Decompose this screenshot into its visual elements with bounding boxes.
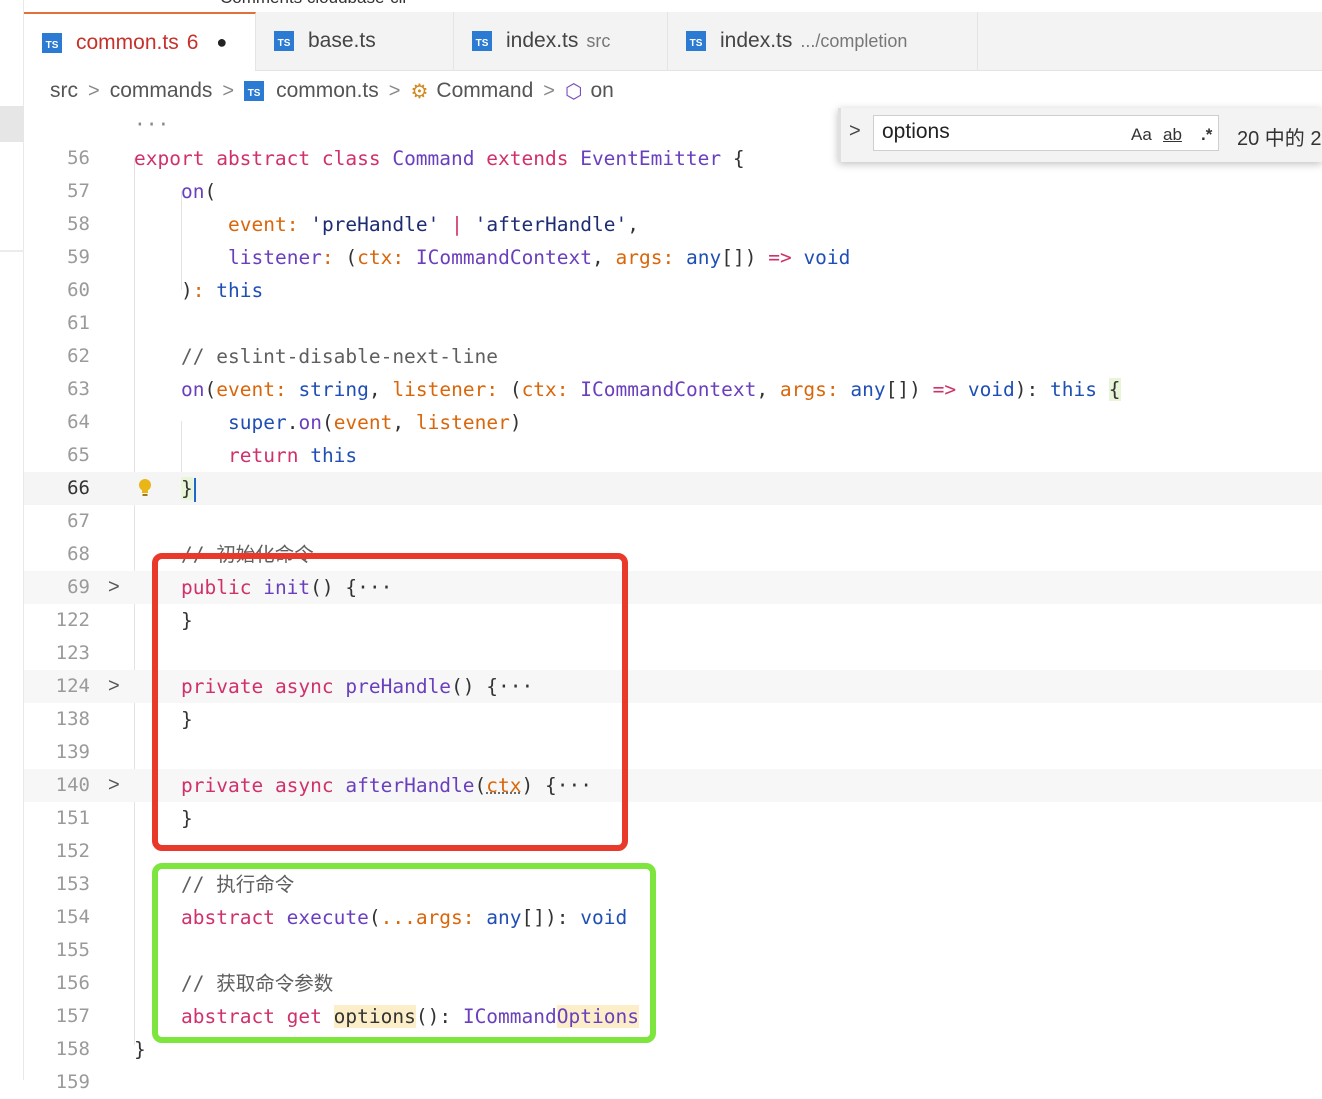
tab-label: index.ts: [506, 29, 579, 52]
line-number: 64: [67, 411, 90, 433]
class-icon: ⚙: [410, 80, 429, 103]
line-number: 157: [55, 1005, 90, 1027]
activity-strip: [0, 0, 24, 1080]
line-number: 68: [67, 543, 90, 565]
match-case-toggle[interactable]: Aa: [1131, 125, 1152, 145]
bracket-match-highlight: }: [181, 477, 193, 500]
chevron-right-icon: >: [543, 79, 555, 102]
line-number: 59: [67, 246, 90, 268]
chevron-right-icon: >: [388, 79, 401, 102]
line-number: 159: [55, 1071, 90, 1093]
code-line: 61: [24, 307, 1322, 340]
line-number: 63: [67, 378, 90, 400]
code-line: 159: [24, 1066, 1322, 1099]
ts-file-icon: TS: [244, 81, 265, 101]
line-number: 153: [55, 873, 90, 895]
tab-description: src: [586, 30, 611, 51]
line-number: 158: [55, 1038, 90, 1060]
line-number: 154: [55, 906, 90, 928]
toggle-replace-chevron-icon[interactable]: >: [849, 120, 861, 143]
code-line: 67: [24, 505, 1322, 538]
breadcrumb-item-src[interactable]: src: [50, 79, 78, 103]
line-number: 61: [67, 312, 90, 334]
problem-count-badge: 6: [186, 30, 199, 54]
chevron-right-icon[interactable]: >: [108, 571, 120, 604]
line-number: 123: [55, 642, 90, 664]
method-cube-icon: ⬡: [564, 80, 583, 103]
folded-region-ellipsis: ···: [134, 113, 170, 136]
line-number: 152: [55, 840, 90, 862]
tab-label: index.ts: [720, 29, 793, 52]
tab-index-ts-src[interactable]: TS index.ts src: [454, 12, 668, 70]
ts-file-icon: TS: [472, 31, 492, 51]
text-cursor: [193, 477, 196, 502]
lightbulb-icon[interactable]: [138, 478, 152, 498]
breadcrumb: src > commands > TS common.ts > ⚙ Comman…: [50, 76, 614, 106]
code-line: 57 on(: [24, 175, 1322, 208]
ts-file-icon: TS: [42, 32, 62, 53]
breadcrumb-item-method[interactable]: on: [590, 79, 613, 103]
unsaved-dot-icon[interactable]: ●: [216, 32, 227, 53]
strip-highlight: [0, 106, 24, 142]
line-number: 60: [67, 279, 90, 301]
code-line: 59 listener: (ctx: ICommandContext, args…: [24, 241, 1322, 274]
line-number: 156: [55, 972, 90, 994]
code-line: 60 ): this: [24, 274, 1322, 307]
tab-description: .../completion: [800, 30, 908, 51]
window-title-cut: Comments cloudbase-cli: [220, 0, 406, 8]
code-line: 65 return this: [24, 439, 1322, 472]
tab-base-ts[interactable]: TS base.ts: [256, 12, 454, 70]
ts-file-icon: TS: [686, 31, 706, 51]
breadcrumb-item-class[interactable]: Command: [436, 79, 533, 103]
line-number: 69: [67, 576, 90, 598]
tab-label: base.ts: [308, 29, 376, 52]
bracket-match-highlight: {: [1108, 378, 1121, 401]
red-annotation-box: [152, 553, 628, 851]
chevron-right-icon[interactable]: >: [108, 769, 120, 802]
line-number: 56: [67, 147, 90, 169]
green-annotation-box: [152, 863, 656, 1043]
code-line: 58 event: 'preHandle' | 'afterHandle',: [24, 208, 1322, 241]
tab-label: common.ts: [76, 30, 179, 54]
line-number: 124: [55, 675, 90, 697]
editor-tab-bar: TS common.ts 6 ● TS base.ts TS index.ts …: [24, 12, 1322, 71]
line-number: 139: [55, 741, 90, 763]
line-number: 122: [55, 609, 90, 631]
regex-toggle[interactable]: .*: [1201, 125, 1212, 145]
line-number: 155: [55, 939, 90, 961]
line-number: 58: [67, 213, 90, 235]
ts-file-icon: TS: [274, 31, 294, 51]
tab-common-ts[interactable]: TS common.ts 6 ●: [24, 12, 256, 71]
line-number: 151: [55, 807, 90, 829]
find-result-count: 20 中的 2: [1237, 128, 1322, 150]
chevron-right-icon: >: [222, 79, 235, 102]
find-widget: > options Aa ab .* 20 中的 2: [838, 108, 1322, 162]
code-line: 64 super.on(event, listener): [24, 406, 1322, 439]
line-number: 66: [67, 477, 90, 499]
code-line-current: 66 }: [24, 472, 1322, 505]
line-number: 57: [67, 180, 90, 202]
tab-index-ts-completion[interactable]: TS index.ts .../completion: [668, 12, 978, 70]
line-number: 65: [67, 444, 90, 466]
line-number: 140: [55, 774, 90, 796]
line-number: 62: [67, 345, 90, 367]
code-line: 63 on(event: string, listener: (ctx: ICo…: [24, 373, 1322, 406]
code-line: 62 // eslint-disable-next-line: [24, 340, 1322, 373]
line-number: 67: [67, 510, 90, 532]
breadcrumb-item-file[interactable]: common.ts: [276, 79, 379, 103]
line-number: 138: [55, 708, 90, 730]
whole-word-toggle[interactable]: ab: [1163, 125, 1182, 145]
chevron-right-icon: >: [88, 79, 100, 102]
breadcrumb-item-commands[interactable]: commands: [110, 79, 213, 103]
chevron-right-icon[interactable]: >: [108, 670, 120, 703]
